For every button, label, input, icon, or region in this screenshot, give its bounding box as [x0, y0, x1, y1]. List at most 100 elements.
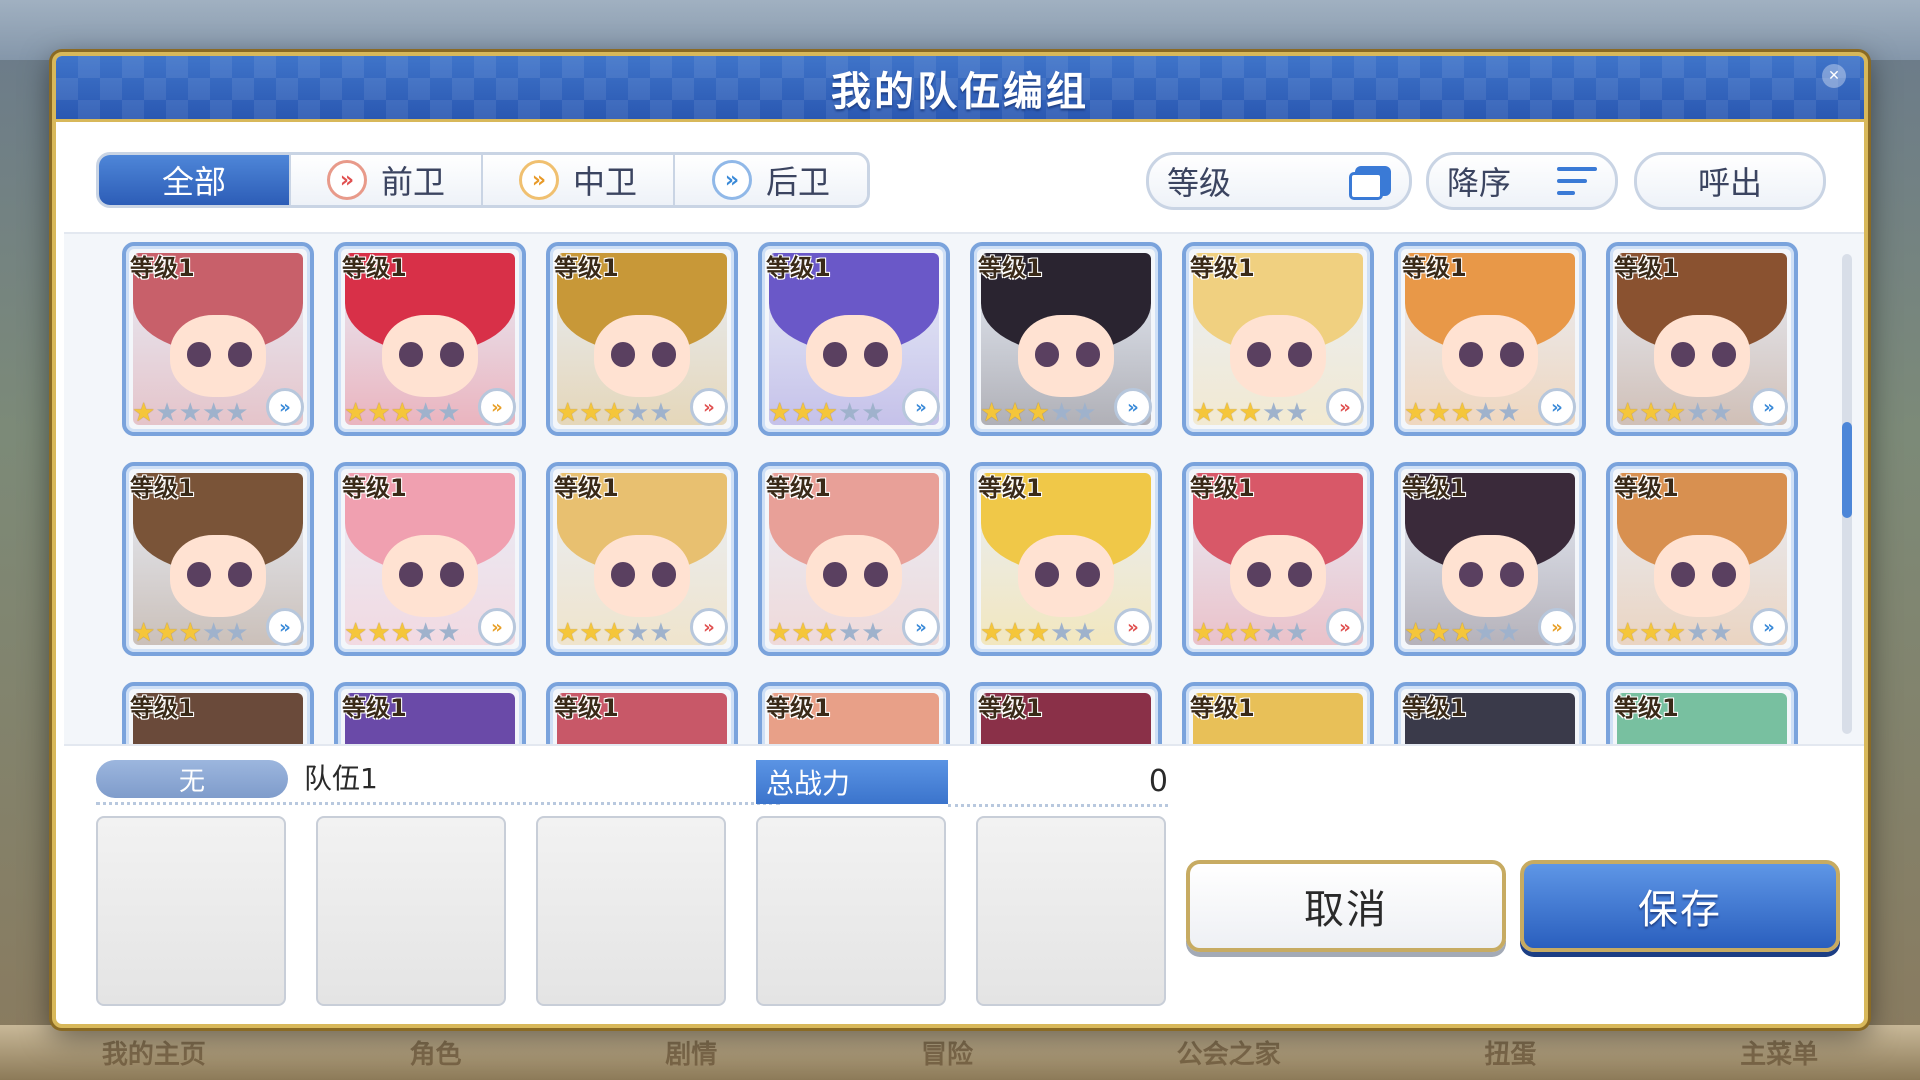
- star-icon: ★: [1685, 398, 1710, 428]
- character-card[interactable]: 等级1: [122, 682, 314, 744]
- star-icon: ★: [201, 398, 226, 428]
- star-icon: ★: [132, 398, 156, 428]
- star-icon: ★: [1285, 618, 1309, 648]
- tab-label: 前卫: [380, 163, 445, 201]
- star-icon: ★: [625, 618, 650, 648]
- team-slot[interactable]: [316, 816, 506, 1006]
- character-level: 等级1: [342, 694, 407, 722]
- character-card[interactable]: 等级1 ★ ★ ★ ★ ★»: [1394, 242, 1586, 436]
- star-icon: ★: [1662, 398, 1686, 428]
- character-card[interactable]: 等级1 ★ ★ ★ ★ ★»: [970, 242, 1162, 436]
- star-rating: ★ ★ ★ ★ ★: [344, 400, 461, 426]
- scrollbar-thumb[interactable]: [1842, 422, 1852, 518]
- star-icon: ★: [791, 618, 815, 648]
- character-card[interactable]: 等级1 ★ ★ ★ ★ ★»: [1394, 462, 1586, 656]
- character-card[interactable]: 等级1 ★ ★ ★ ★ ★»: [546, 242, 738, 436]
- background-nav-item: 扭蛋: [1484, 1040, 1537, 1070]
- character-card[interactable]: 等级1: [758, 682, 950, 744]
- character-level: 等级1: [1402, 254, 1467, 282]
- tab-all[interactable]: 全部: [99, 155, 291, 205]
- star-icon: ★: [1616, 398, 1640, 428]
- front-role-icon: »: [1326, 388, 1364, 426]
- star-icon: ★: [861, 618, 885, 648]
- sort-field-button[interactable]: 等级: [1146, 152, 1412, 210]
- team-tag[interactable]: 无: [96, 760, 288, 798]
- dialog-title: 我的队伍编组: [831, 68, 1089, 115]
- star-icon: ★: [1215, 618, 1239, 648]
- character-card[interactable]: 等级1 ★ ★ ★ ★ ★»: [334, 242, 526, 436]
- character-card[interactable]: 等级1 ★ ★ ★ ★ ★ »: [758, 242, 950, 436]
- sort-order-label: 降序: [1447, 164, 1512, 202]
- save-button[interactable]: 保存: [1520, 860, 1840, 952]
- character-card[interactable]: 等级1 ★ ★ ★ ★ ★»: [546, 462, 738, 656]
- character-card[interactable]: 等级1: [1606, 682, 1798, 744]
- callout-button[interactable]: 呼出: [1634, 152, 1826, 210]
- background-top-bar: [0, 0, 1920, 60]
- team-slot[interactable]: [756, 816, 946, 1006]
- character-card[interactable]: 等级1: [970, 682, 1162, 744]
- team-slot[interactable]: [536, 816, 726, 1006]
- tab-back[interactable]: » 后卫: [675, 155, 867, 205]
- team-slot[interactable]: [976, 816, 1166, 1006]
- character-card[interactable]: 等级1 ★ ★ ★ ★ ★»: [334, 462, 526, 656]
- star-icon: ★: [1073, 618, 1097, 648]
- team-slot[interactable]: [96, 816, 286, 1006]
- character-card[interactable]: 等级1 ★ ★ ★ ★ ★»: [970, 462, 1162, 656]
- star-icon: ★: [1639, 398, 1663, 428]
- back-role-icon: »: [902, 388, 940, 426]
- mid-role-icon: »: [1538, 608, 1576, 646]
- star-icon: ★: [602, 398, 626, 428]
- character-level: 等级1: [978, 694, 1043, 722]
- star-rating: ★ ★ ★ ★ ★: [768, 400, 885, 426]
- star-icon: ★: [1238, 398, 1262, 428]
- star-icon: ★: [1238, 618, 1262, 648]
- character-level: 等级1: [130, 254, 195, 282]
- close-icon[interactable]: ✕: [1822, 64, 1846, 88]
- grid-scrollbar[interactable]: [1842, 254, 1852, 734]
- star-icon: ★: [1073, 398, 1097, 428]
- back-role-icon: »: [711, 160, 752, 200]
- star-rating: ★ ★ ★ ★ ★: [980, 620, 1097, 646]
- mid-role-icon: »: [518, 160, 559, 200]
- character-card[interactable]: 等级1 ★ ★ ★ ★ ★»: [122, 462, 314, 656]
- character-level: 等级1: [554, 254, 619, 282]
- background-nav-item: 主菜单: [1740, 1040, 1819, 1070]
- tab-front[interactable]: » 前卫: [291, 155, 483, 205]
- star-icon: ★: [1192, 398, 1216, 428]
- character-card[interactable]: 等级1 ★ ★ ★ ★ ★»: [1606, 462, 1798, 656]
- star-icon: ★: [768, 618, 792, 648]
- team-divider: [96, 802, 780, 805]
- team-slots: [96, 816, 1166, 1006]
- back-role-icon: »: [266, 608, 304, 646]
- star-icon: ★: [1709, 398, 1733, 428]
- background-nav-item: 冒险: [920, 1040, 973, 1070]
- star-icon: ★: [579, 398, 603, 428]
- role-filter-tabs: 全部 » 前卫 » 中卫 » 后卫: [96, 152, 870, 208]
- character-card[interactable]: 等级1: [546, 682, 738, 744]
- star-icon: ★: [413, 618, 438, 648]
- background-nav-item: 角色: [409, 1040, 462, 1070]
- tab-label: 后卫: [765, 163, 830, 201]
- back-role-icon: »: [1538, 388, 1576, 426]
- star-icon: ★: [1685, 618, 1710, 648]
- character-card[interactable]: 等级1: [1394, 682, 1586, 744]
- cancel-button[interactable]: 取消: [1186, 860, 1506, 952]
- star-icon: ★: [649, 398, 673, 428]
- character-card[interactable]: 等级1: [1182, 682, 1374, 744]
- tab-mid[interactable]: » 中卫: [483, 155, 675, 205]
- star-icon: ★: [225, 618, 249, 648]
- character-card[interactable]: 等级1: [334, 682, 526, 744]
- character-level: 等级1: [766, 254, 831, 282]
- back-role-icon: »: [902, 608, 940, 646]
- character-card[interactable]: 等级1 ★ ★ ★ ★ ★»: [122, 242, 314, 436]
- star-rating: ★ ★ ★ ★ ★: [556, 400, 673, 426]
- star-icon: ★: [1026, 618, 1050, 648]
- character-card[interactable]: 等级1 ★ ★ ★ ★ ★»: [1182, 242, 1374, 436]
- sort-order-button[interactable]: 降序: [1426, 152, 1618, 210]
- character-card[interactable]: 等级1 ★ ★ ★ ★ ★»: [758, 462, 950, 656]
- character-grid-area[interactable]: 等级1 ★ ★ ★ ★ ★» 等级1 ★ ★ ★ ★ ★» 等级1 ★ ★ ★ ★ ★» 等级1 ★ ★ ★ ★ ★» 等级1 ★…: [64, 232, 1864, 746]
- character-card[interactable]: 等级1 ★ ★ ★ ★ ★»: [1606, 242, 1798, 436]
- character-level: 等级1: [342, 474, 407, 502]
- character-card[interactable]: 等级1 ★ ★ ★ ★ ★»: [1182, 462, 1374, 656]
- star-icon: ★: [1003, 618, 1027, 648]
